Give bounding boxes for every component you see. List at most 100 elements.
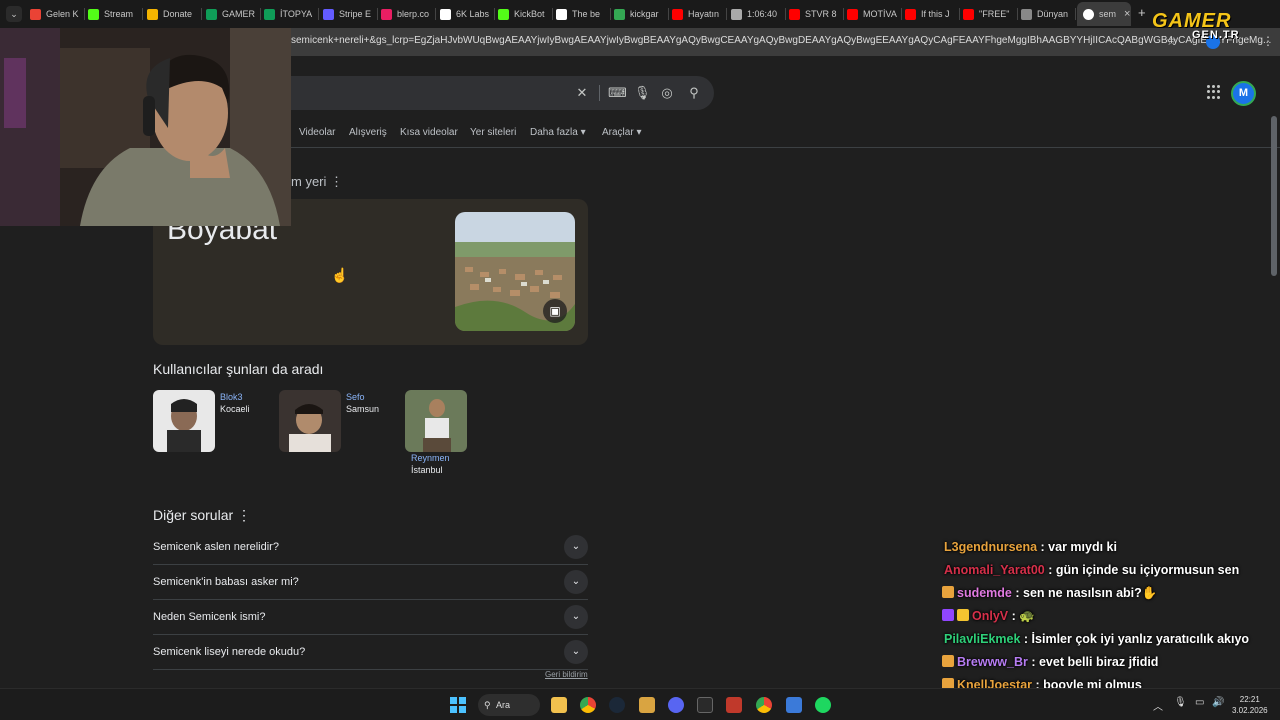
tab-tools[interactable]: Araçlar ▾ bbox=[602, 127, 641, 138]
browser-tab[interactable]: Dünyan bbox=[1021, 4, 1071, 24]
browser-tab[interactable]: Hayatın bbox=[672, 4, 722, 24]
microphone-icon[interactable]: 🎙 bbox=[1174, 697, 1187, 708]
volume-icon[interactable]: 🔊 bbox=[1212, 697, 1224, 708]
app-icon[interactable] bbox=[639, 697, 655, 713]
keyboard-icon[interactable]: ⌨ bbox=[608, 86, 627, 100]
file-explorer-icon[interactable] bbox=[551, 697, 567, 713]
chrome-profile-icon[interactable] bbox=[756, 697, 772, 713]
tray-chevron-icon[interactable]: ︿ bbox=[1153, 698, 1163, 713]
mouse-cursor-icon: ☝ bbox=[331, 267, 349, 283]
person-name[interactable]: Sefo bbox=[346, 392, 365, 402]
browser-tab[interactable]: blerp.co bbox=[381, 4, 431, 24]
browser-tab[interactable]: GAMER bbox=[206, 4, 256, 24]
tab-label: KickBot bbox=[514, 9, 545, 19]
discord-icon[interactable] bbox=[668, 697, 684, 713]
search-input[interactable]: ✕ ⌨ 🎙 ◎ ⚲ bbox=[270, 76, 714, 110]
browser-tab[interactable]: Donate bbox=[147, 4, 197, 24]
windows-start-icon[interactable] bbox=[450, 697, 466, 713]
apps-grid-icon[interactable] bbox=[1207, 85, 1221, 99]
search-icon[interactable]: ⚲ bbox=[687, 86, 701, 100]
spotify-icon[interactable] bbox=[815, 697, 831, 713]
network-icon[interactable]: ▭ bbox=[1195, 697, 1204, 708]
tab-label: Hayatın bbox=[688, 9, 720, 19]
tab-short-videos[interactable]: Kısa videolar bbox=[400, 127, 458, 138]
tab-favicon-icon bbox=[672, 8, 683, 20]
browser-tab[interactable]: İTOPYA bbox=[264, 4, 314, 24]
tab-favicon-icon bbox=[264, 8, 275, 20]
tab-favicon-icon bbox=[1021, 8, 1032, 20]
browser-tab-strip: ⌄ Gelen K Stream Donate GAMER İTOPYA Stripe E… bbox=[0, 0, 1280, 28]
lens-camera-icon[interactable]: ◎ bbox=[660, 86, 674, 100]
browser-tab[interactable]: "FREE" bbox=[963, 4, 1013, 24]
tab-label: İTOPYA bbox=[280, 9, 313, 19]
chat-message: L3gendnursena : var mıydı ki bbox=[944, 540, 1117, 554]
tab-shopping[interactable]: Alışveriş bbox=[349, 127, 387, 138]
browser-tab[interactable]: STVR 8 bbox=[789, 4, 839, 24]
tab-label: GAMER bbox=[222, 9, 256, 19]
new-tab-button[interactable]: + bbox=[1138, 5, 1146, 20]
town-photo[interactable]: ▣ bbox=[455, 212, 575, 331]
app-icon[interactable] bbox=[726, 697, 742, 713]
tab-active[interactable]: sem × bbox=[1077, 2, 1131, 26]
chat-message: Brewww_Br : evet belli biraz jfidid bbox=[942, 655, 1158, 669]
steam-icon[interactable] bbox=[609, 697, 625, 713]
microphone-icon[interactable]: 🎙 bbox=[634, 86, 651, 100]
tab-label: STVR 8 bbox=[805, 9, 837, 19]
gamer-gen-logo: GAMER GEN.TR bbox=[1150, 10, 1268, 44]
browser-tab[interactable]: Gelen K bbox=[30, 4, 80, 24]
question-row[interactable]: Semicenk'in babası asker mi? ⌄ bbox=[153, 565, 588, 600]
tab-favicon-icon bbox=[963, 8, 974, 20]
question-row[interactable]: Semicenk liseyi nerede okudu? ⌄ bbox=[153, 635, 588, 670]
feedback-link[interactable]: Geri bildirim bbox=[545, 670, 588, 679]
browser-tab[interactable]: Stripe E bbox=[323, 4, 373, 24]
browser-tab[interactable]: KickBot bbox=[498, 4, 548, 24]
person-name[interactable]: Reynmen bbox=[411, 453, 450, 463]
tab-favicon-icon bbox=[147, 8, 158, 20]
browser-tab[interactable]: kickgar bbox=[614, 4, 664, 24]
tab-label: kickgar bbox=[630, 9, 659, 19]
system-clock[interactable]: 22:21 3.02.2026 bbox=[1232, 694, 1268, 716]
tab-separator bbox=[668, 8, 669, 20]
question-row[interactable]: Semicenk aslen nerelidir? ⌄ bbox=[153, 530, 588, 565]
tab-label: Stripe E bbox=[339, 9, 372, 19]
app-icon[interactable] bbox=[786, 697, 802, 713]
browser-tab[interactable]: Stream bbox=[88, 4, 138, 24]
browser-tab[interactable]: If this J bbox=[905, 4, 955, 24]
account-avatar[interactable]: M bbox=[1231, 81, 1256, 106]
chevron-down-icon[interactable]: ⌄ bbox=[564, 605, 588, 629]
epic-games-icon[interactable] bbox=[697, 697, 713, 713]
tab-close-icon[interactable]: × bbox=[1124, 8, 1130, 20]
person-name[interactable]: Blok3 bbox=[220, 392, 243, 402]
tab-videos[interactable]: Videolar bbox=[299, 127, 336, 138]
tab-favicon-icon bbox=[323, 8, 334, 20]
browser-tab[interactable]: 1:06:40 bbox=[731, 4, 781, 24]
tab-separator bbox=[142, 8, 143, 20]
person-place: Kocaeli bbox=[220, 404, 250, 414]
tab-separator bbox=[1075, 8, 1076, 20]
tab-favicon-icon bbox=[789, 8, 800, 20]
question-text: Semicenk'in babası asker mi? bbox=[153, 576, 299, 588]
scrollbar[interactable] bbox=[1271, 116, 1277, 276]
image-icon[interactable]: ▣ bbox=[543, 299, 567, 323]
chrome-icon[interactable] bbox=[580, 697, 596, 713]
clock-date: 3.02.2026 bbox=[1232, 706, 1268, 715]
tab-more[interactable]: Daha fazla ▾ bbox=[530, 127, 586, 138]
tab-search-button[interactable]: ⌄ bbox=[6, 6, 22, 22]
taskbar-search-label: Ara bbox=[496, 700, 511, 710]
browser-tab[interactable]: 6K Labs bbox=[440, 4, 490, 24]
browser-tab[interactable]: The be bbox=[556, 4, 606, 24]
url-text[interactable]: semicenk+nereli+&gs_lcrp=EgZjaHJvbWUqBwg… bbox=[291, 35, 1271, 46]
tab-label: The be bbox=[572, 9, 601, 19]
taskbar-search[interactable]: ⚲ Ara bbox=[478, 694, 540, 716]
clear-icon[interactable]: ✕ bbox=[575, 86, 589, 100]
chat-username: sudemde bbox=[957, 586, 1012, 600]
browser-tab[interactable]: MOTİVA bbox=[847, 4, 897, 24]
chevron-down-icon[interactable]: ⌄ bbox=[564, 570, 588, 594]
question-row[interactable]: Neden Semicenk ismi? ⌄ bbox=[153, 600, 588, 635]
chevron-down-icon[interactable]: ⌄ bbox=[564, 640, 588, 664]
tab-favicon-icon bbox=[847, 8, 858, 20]
chevron-down-icon[interactable]: ⌄ bbox=[564, 535, 588, 559]
tab-favicon-icon bbox=[614, 8, 625, 20]
chat-badge-icon bbox=[942, 586, 954, 598]
tab-web[interactable]: Yer siteleri bbox=[470, 127, 516, 138]
